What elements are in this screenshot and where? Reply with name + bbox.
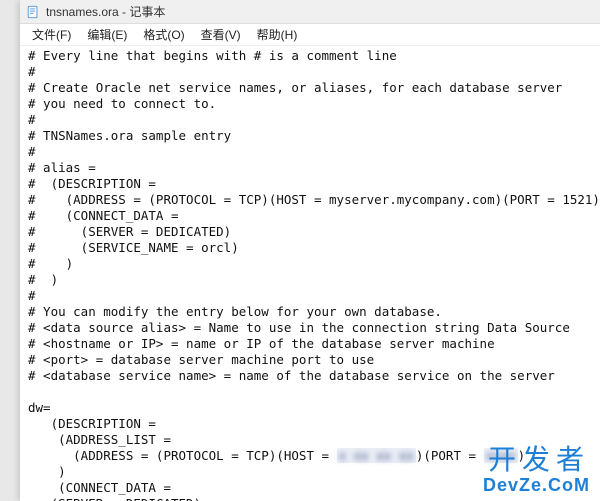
text-line: # (CONNECT_DATA = bbox=[28, 208, 592, 224]
text-line: # <port> = database server machine port … bbox=[28, 352, 592, 368]
menu-view[interactable]: 查看(V) bbox=[193, 24, 249, 45]
text-line: (DESCRIPTION = bbox=[28, 416, 592, 432]
text-line: # TNSNames.ora sample entry bbox=[28, 128, 592, 144]
text-line: # (SERVER = DEDICATED) bbox=[28, 224, 592, 240]
text-line: # bbox=[28, 112, 592, 128]
text-line: # bbox=[28, 64, 592, 80]
text-line: (SERVER = DEDICATED) bbox=[28, 496, 592, 501]
text-line: # <data source alias> = Name to use in t… bbox=[28, 320, 592, 336]
text-line: dw= bbox=[28, 400, 592, 416]
text-line: # Create Oracle net service names, or al… bbox=[28, 80, 592, 96]
text-line: # (SERVICE_NAME = orcl) bbox=[28, 240, 592, 256]
text-line: # (ADDRESS = (PROTOCOL = TCP)(HOST = mys… bbox=[28, 192, 592, 208]
menu-file[interactable]: 文件(F) bbox=[24, 24, 79, 45]
text-line: # ) bbox=[28, 256, 592, 272]
text-line: ) bbox=[28, 464, 592, 480]
text-area[interactable]: # Every line that begins with # is a com… bbox=[20, 46, 600, 501]
text-line bbox=[28, 384, 592, 400]
text-line: # You can modify the entry below for you… bbox=[28, 304, 592, 320]
text-line: # bbox=[28, 288, 592, 304]
text-line: # (DESCRIPTION = bbox=[28, 176, 592, 192]
menubar: 文件(F) 编辑(E) 格式(O) 查看(V) 帮助(H) bbox=[20, 24, 600, 46]
text-line: (ADDRESS_LIST = bbox=[28, 432, 592, 448]
menu-help[interactable]: 帮助(H) bbox=[249, 24, 306, 45]
menu-edit[interactable]: 编辑(E) bbox=[79, 24, 135, 45]
text-line: # ) bbox=[28, 272, 592, 288]
notepad-window: tnsnames.ora - 记事本 文件(F) 编辑(E) 格式(O) 查看(… bbox=[20, 0, 600, 501]
menu-format[interactable]: 格式(O) bbox=[135, 24, 192, 45]
text-line: # <database service name> = name of the … bbox=[28, 368, 592, 384]
text-line: # <hostname or IP> = name or IP of the d… bbox=[28, 336, 592, 352]
text-line: (ADDRESS = (PROTOCOL = TCP)(HOST = x xx … bbox=[28, 448, 592, 464]
notepad-icon bbox=[26, 5, 40, 19]
titlebar: tnsnames.ora - 记事本 bbox=[20, 0, 600, 24]
text-line: # you need to connect to. bbox=[28, 96, 592, 112]
redacted-host: x xx xx xx bbox=[337, 448, 416, 463]
window-title: tnsnames.ora - 记事本 bbox=[46, 3, 165, 20]
text-line: (CONNECT_DATA = bbox=[28, 480, 592, 496]
text-line: # bbox=[28, 144, 592, 160]
text-line: # Every line that begins with # is a com… bbox=[28, 48, 592, 64]
text-line: # alias = bbox=[28, 160, 592, 176]
redacted-port: xxxx bbox=[484, 448, 518, 463]
